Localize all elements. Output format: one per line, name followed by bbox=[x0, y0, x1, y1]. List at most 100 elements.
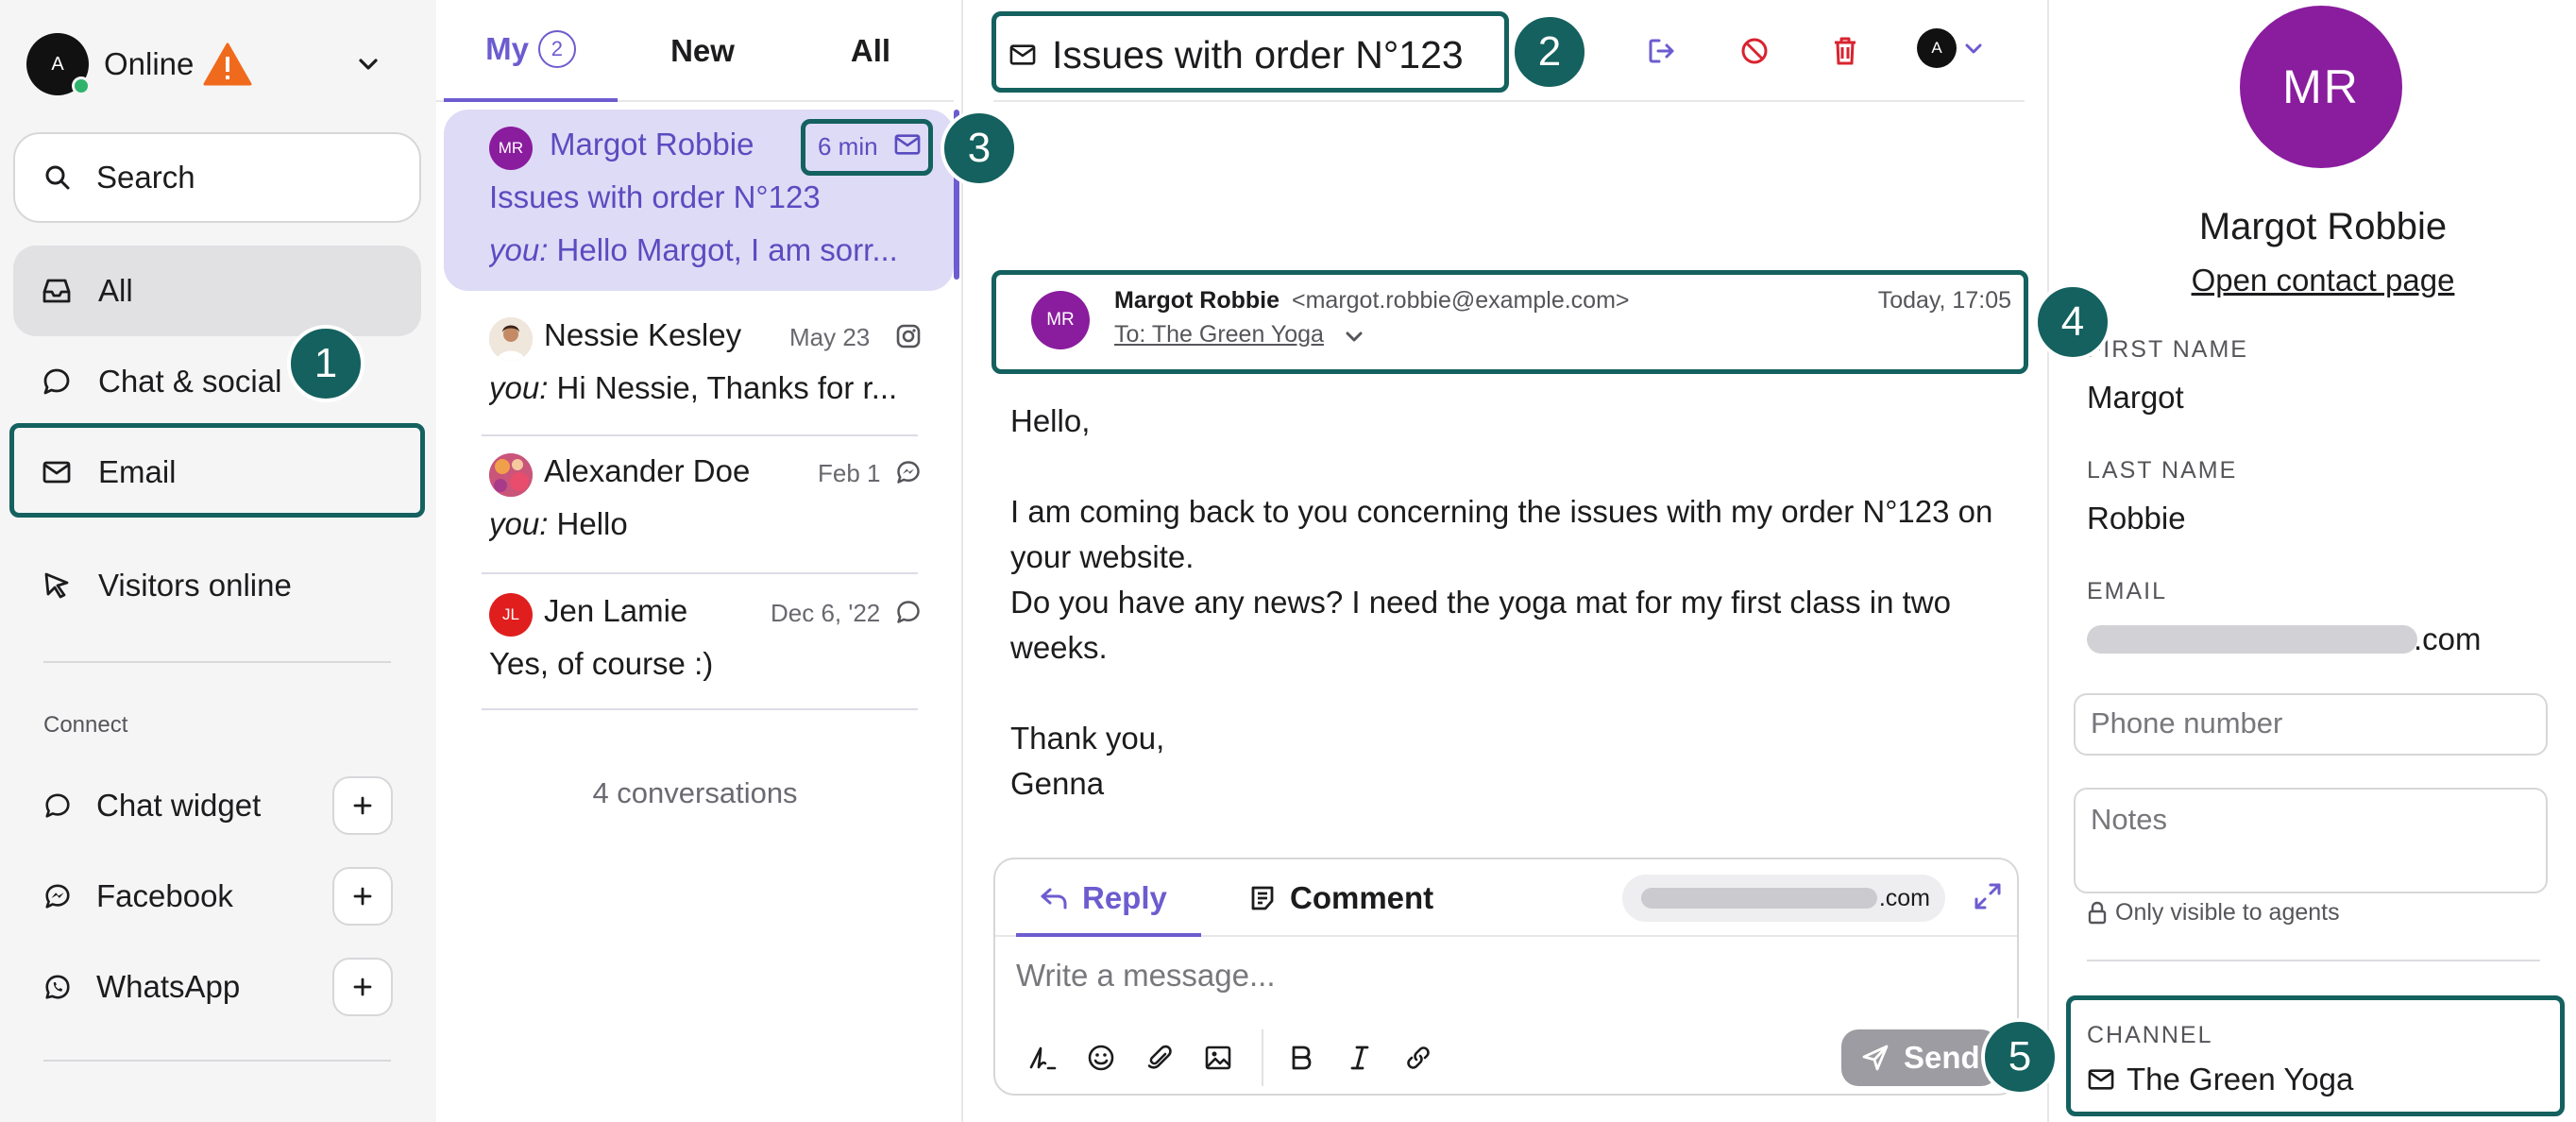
send-label: Send bbox=[1904, 1040, 1980, 1075]
chevron-down-icon bbox=[1962, 37, 1985, 60]
trash-icon bbox=[1830, 35, 1860, 67]
sidebar-item-visitors-online[interactable]: Visitors online bbox=[13, 540, 421, 631]
envelope-icon bbox=[893, 132, 922, 157]
preview-text: Hi Nessie, Thanks for r... bbox=[548, 370, 898, 405]
block-button[interactable] bbox=[1732, 28, 1777, 74]
delete-button[interactable] bbox=[1822, 28, 1868, 74]
conversation-title: Issues with order N°123 bbox=[991, 21, 1464, 89]
message-input[interactable]: Write a message... bbox=[1016, 958, 1276, 994]
avatar-initials: JL bbox=[502, 605, 519, 623]
message-line: Thank you, bbox=[1010, 721, 1165, 756]
messenger-icon bbox=[895, 459, 922, 485]
connect-item-whatsapp[interactable]: WhatsApp bbox=[43, 958, 393, 1016]
connect-item-facebook[interactable]: Facebook bbox=[43, 867, 393, 926]
sidebar-divider bbox=[43, 1060, 391, 1062]
tab-reply[interactable]: Reply bbox=[1039, 859, 1167, 937]
whatsapp-icon bbox=[43, 973, 72, 1001]
notes-visibility-note: Only visible to agents bbox=[2087, 899, 2340, 926]
send-icon bbox=[1860, 1043, 1890, 1073]
channel-label: CHANNEL bbox=[2087, 1022, 2213, 1048]
connect-item-chat-widget[interactable]: Chat widget bbox=[43, 776, 393, 835]
bold-icon[interactable] bbox=[1282, 1039, 1320, 1077]
last-name-label: LAST NAME bbox=[2087, 457, 2238, 484]
tab-new[interactable]: New bbox=[618, 0, 788, 102]
agent-avatar-initial: A bbox=[51, 53, 64, 75]
logout-arrow-icon bbox=[1646, 35, 1678, 67]
conversation-view: Issues with order N°123 A MR Margot Robb… bbox=[963, 0, 2049, 1122]
first-name-value[interactable]: Margot bbox=[2087, 380, 2184, 416]
chat-bubble-icon bbox=[895, 599, 922, 625]
contact-name: Margot Robbie bbox=[2198, 206, 2448, 247]
online-indicator bbox=[72, 76, 91, 95]
from-address-suffix: .com bbox=[1878, 884, 1930, 911]
instagram-icon bbox=[895, 323, 922, 349]
message-recipient[interactable]: To: The Green Yoga bbox=[1114, 321, 1324, 348]
conversation-list: My 2 New All MR Margot Robbie 6 min Issu… bbox=[436, 0, 963, 1122]
tab-label: My bbox=[485, 31, 529, 66]
conversation-item[interactable]: JL Jen Lamie Dec 6, '22 Yes, of course :… bbox=[444, 578, 954, 708]
avatar bbox=[489, 317, 533, 361]
agent-status-menu[interactable]: A Online bbox=[26, 28, 404, 100]
conversation-name: Margot Robbie bbox=[550, 127, 754, 162]
conversation-divider bbox=[482, 708, 918, 710]
contact-divider bbox=[2087, 960, 2540, 961]
contact-avatar: MR bbox=[2240, 6, 2402, 168]
signature-icon[interactable] bbox=[1024, 1039, 1061, 1077]
send-button[interactable]: Send bbox=[1841, 1029, 1998, 1086]
last-name-value[interactable]: Robbie bbox=[2087, 501, 2186, 536]
block-icon bbox=[1738, 35, 1771, 67]
open-contact-page-link[interactable]: Open contact page bbox=[2049, 263, 2576, 298]
header-divider bbox=[993, 100, 2025, 102]
search-button[interactable]: Search bbox=[13, 132, 421, 223]
transfer-button[interactable] bbox=[1639, 28, 1685, 74]
messenger-icon bbox=[43, 882, 72, 910]
message-line: I am coming back to you concerning the i… bbox=[1010, 494, 1993, 574]
conversation-count: 4 conversations bbox=[592, 776, 798, 809]
phone-number-field[interactable]: Phone number bbox=[2074, 693, 2548, 756]
sidebar: A Online Search All Chat & social Email bbox=[0, 0, 436, 1122]
email-suffix[interactable]: .com bbox=[2414, 621, 2482, 657]
conversation-item[interactable]: Alexander Doe Feb 1 you: Hello bbox=[444, 438, 954, 570]
notes-field[interactable]: Notes bbox=[2074, 788, 2548, 893]
composer-tabs: Reply Comment .com bbox=[995, 859, 2017, 937]
toolbar-divider bbox=[1262, 1029, 1263, 1086]
add-chat-widget-button[interactable] bbox=[332, 776, 393, 835]
conversation-time: May 23 bbox=[789, 323, 871, 351]
sidebar-item-email[interactable]: Email bbox=[13, 427, 421, 518]
tab-count-badge: 2 bbox=[537, 30, 576, 68]
channel-value: The Green Yoga bbox=[2087, 1062, 2353, 1097]
attachment-icon[interactable] bbox=[1141, 1039, 1178, 1077]
connect-item-label: WhatsApp bbox=[96, 969, 241, 1004]
from-address-selector[interactable]: .com bbox=[1622, 875, 1945, 922]
step-marker-2: 2 bbox=[1511, 13, 1588, 91]
sidebar-divider bbox=[43, 661, 391, 663]
message-line bbox=[1010, 671, 2011, 716]
conversation-time: Dec 6, '22 bbox=[771, 599, 881, 627]
expand-icon[interactable] bbox=[1972, 880, 2004, 912]
link-icon[interactable] bbox=[1399, 1039, 1437, 1077]
chevron-down-icon[interactable] bbox=[1343, 325, 1365, 348]
conversation-name: Nessie Kesley bbox=[544, 317, 742, 352]
conversation-name: Alexander Doe bbox=[544, 453, 751, 488]
chevron-down-icon[interactable] bbox=[355, 51, 381, 77]
add-whatsapp-button[interactable] bbox=[332, 958, 393, 1016]
connect-item-label: Facebook bbox=[96, 878, 233, 913]
conversation-item[interactable]: MR Margot Robbie 6 min Issues with order… bbox=[444, 110, 954, 291]
tab-my[interactable]: My 2 bbox=[444, 0, 618, 102]
tab-comment[interactable]: Comment bbox=[1248, 859, 1433, 937]
tab-all[interactable]: All bbox=[788, 0, 954, 102]
image-icon[interactable] bbox=[1199, 1039, 1237, 1077]
email-label: EMAIL bbox=[2087, 578, 2168, 604]
message-line: Hello, bbox=[1010, 403, 1091, 438]
preview-you-prefix: you: bbox=[489, 370, 549, 405]
emoji-icon[interactable] bbox=[1082, 1039, 1120, 1077]
conversation-item[interactable]: Nessie Kesley May 23 you: Hi Nessie, Tha… bbox=[444, 302, 954, 434]
assignee-dropdown[interactable]: A bbox=[1917, 28, 1985, 68]
sidebar-item-all[interactable]: All bbox=[13, 246, 421, 336]
message-line: Do you have any news? I need the yoga ma… bbox=[1010, 585, 1951, 665]
channel-name: The Green Yoga bbox=[2127, 1062, 2354, 1096]
italic-icon[interactable] bbox=[1341, 1039, 1379, 1077]
add-facebook-button[interactable] bbox=[332, 867, 393, 926]
step-marker-5: 5 bbox=[1981, 1018, 2059, 1096]
conversation-time: Feb 1 bbox=[818, 459, 881, 487]
